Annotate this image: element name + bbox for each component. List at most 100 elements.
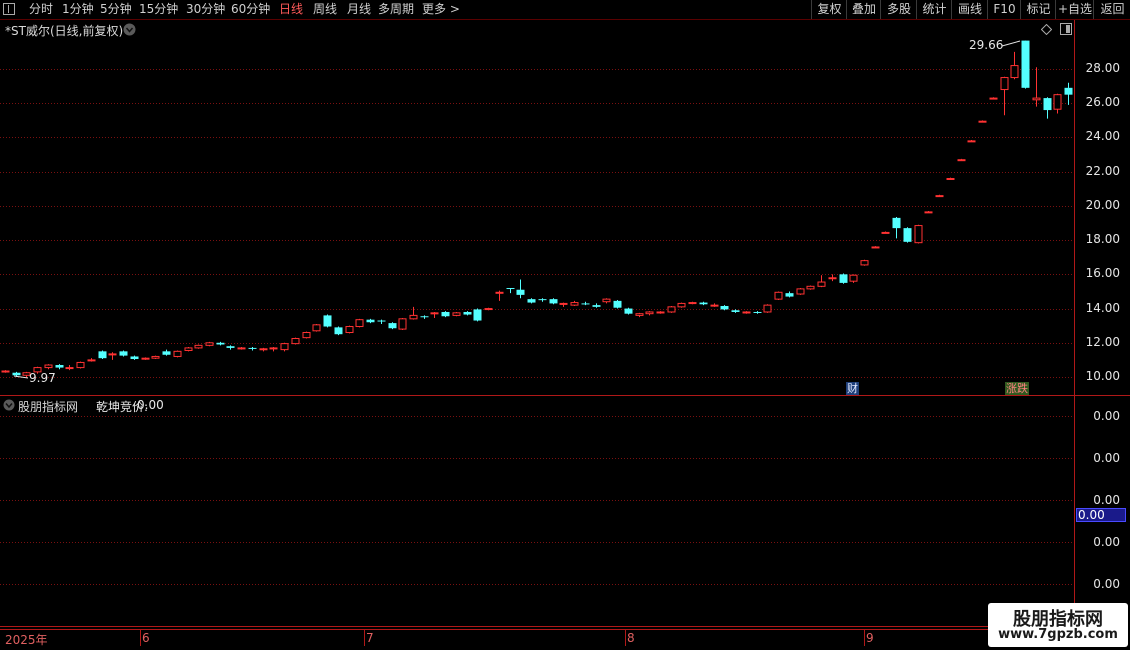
candle-body [860, 260, 869, 266]
candle-body [430, 312, 439, 315]
candle-body [559, 302, 568, 305]
candle-body [871, 246, 880, 249]
candle-body [839, 274, 848, 283]
period-6[interactable]: 日线 [279, 0, 303, 19]
stock-title: *ST威尔(日线,前复权) [5, 24, 124, 38]
candle-body [248, 347, 257, 349]
candle-body [173, 350, 182, 357]
candle-body [849, 274, 858, 282]
toolbar-btn-2[interactable]: 多股 [880, 0, 917, 19]
candle-body [763, 304, 772, 313]
indicator-axis-label: 0.00 [1093, 493, 1120, 507]
candle-body [194, 344, 203, 349]
candle-body [635, 313, 644, 316]
period-8[interactable]: 月线 [347, 0, 371, 19]
candle-body [506, 288, 515, 290]
candle-body [935, 195, 944, 198]
candle-body [312, 324, 321, 332]
period-0[interactable]: 分时 [29, 0, 53, 19]
toolbar-btn-8[interactable]: 返回 [1093, 0, 1130, 19]
high-price-marker: 29.66 [969, 38, 1004, 52]
low-price-marker: 9.97 [29, 371, 56, 385]
price-axis-label: 18.00 [1085, 232, 1120, 246]
candle-body [141, 357, 150, 360]
candle-body [1010, 65, 1019, 79]
price-axis-label: 24.00 [1085, 129, 1120, 143]
menu-toggle-icon[interactable] [3, 3, 15, 15]
toolbar-btn-5[interactable]: F10 [987, 0, 1021, 19]
candle-body [334, 327, 343, 335]
candle-body [967, 140, 976, 143]
candle-body [645, 311, 654, 315]
period-4[interactable]: 30分钟 [186, 0, 225, 19]
candle-body [720, 305, 729, 310]
candle-body [55, 365, 64, 368]
candle-body [516, 289, 525, 295]
price-axis-label: 20.00 [1085, 198, 1120, 212]
period-1[interactable]: 1分钟 [62, 0, 94, 19]
candle-body [420, 316, 429, 318]
candle-body [817, 281, 826, 287]
kline-chart[interactable] [0, 0, 1130, 650]
candle-body [1, 370, 10, 373]
period-3[interactable]: 15分钟 [139, 0, 178, 19]
price-axis-label: 12.00 [1085, 335, 1120, 349]
candle-body [613, 300, 622, 308]
candle-body [806, 285, 815, 290]
candle-body [463, 311, 472, 315]
price-axis-label: 22.00 [1085, 164, 1120, 178]
candle-body [259, 348, 268, 351]
limit-badge[interactable]: 涨跌 [1005, 382, 1029, 395]
toolbar-btn-7[interactable]: +自选 [1055, 0, 1094, 19]
candle-body [828, 277, 837, 280]
candle-body [710, 304, 719, 307]
candle-body [527, 299, 536, 303]
period-9[interactable]: 多周期 [378, 0, 414, 19]
candle-body [280, 343, 289, 351]
watermark-url: www.7gpzb.com [998, 627, 1118, 642]
high-marker-leader [1001, 40, 1021, 47]
candle-body [184, 347, 193, 351]
period-10[interactable]: 更多 > [422, 0, 460, 19]
panel-toggle-icon[interactable] [1060, 23, 1072, 35]
toolbar-btn-1[interactable]: 叠加 [846, 0, 881, 19]
toolbar-btn-4[interactable]: 画线 [951, 0, 988, 19]
time-label-year: 2025年 [5, 633, 48, 647]
indicator-value: 0.00 [137, 398, 164, 412]
candle-body [570, 302, 579, 306]
finance-badge[interactable]: 财 [846, 382, 859, 395]
period-7[interactable]: 周线 [313, 0, 337, 19]
candle-body [742, 311, 751, 314]
title-dropdown-icon[interactable] [123, 23, 136, 36]
candle-body [291, 338, 300, 345]
candle-body [65, 367, 74, 370]
candle-body [216, 342, 225, 345]
candle-body [130, 356, 139, 360]
toolbar-btn-6[interactable]: 标记 [1020, 0, 1056, 19]
time-label-sep: 9 [866, 631, 874, 645]
candle-body [753, 311, 762, 313]
diamond-icon[interactable] [1041, 24, 1052, 35]
candle-body [1021, 40, 1030, 88]
candle-body [76, 361, 85, 369]
period-toolbar: 分时 1分钟 5分钟 15分钟 30分钟 60分钟 日线 周线 月线 多周期 更多 > 复权 叠加 多股统… [0, 0, 1130, 20]
price-axis-label: 26.00 [1085, 95, 1120, 109]
candle-body [151, 355, 160, 359]
candle-body [108, 353, 117, 356]
toolbar-btn-3[interactable]: 统计 [916, 0, 952, 19]
candle-body [549, 299, 558, 304]
candle-body [1053, 94, 1062, 110]
period-2[interactable]: 5分钟 [100, 0, 132, 19]
candle-body [473, 309, 482, 321]
indicator-axis-label: 0.00 [1093, 409, 1120, 423]
time-label-aug: 8 [627, 631, 635, 645]
indicator-axis-label: 0.00 [1093, 577, 1120, 591]
candle-body [946, 178, 955, 181]
candle-body [1032, 97, 1041, 101]
candle-body [226, 346, 235, 348]
indicator-dropdown-icon[interactable] [3, 399, 15, 411]
indicator-current-value: 0.00 [1078, 508, 1105, 522]
candle-body [624, 308, 633, 314]
period-5[interactable]: 60分钟 [231, 0, 270, 19]
toolbar-btn-0[interactable]: 复权 [811, 0, 847, 19]
